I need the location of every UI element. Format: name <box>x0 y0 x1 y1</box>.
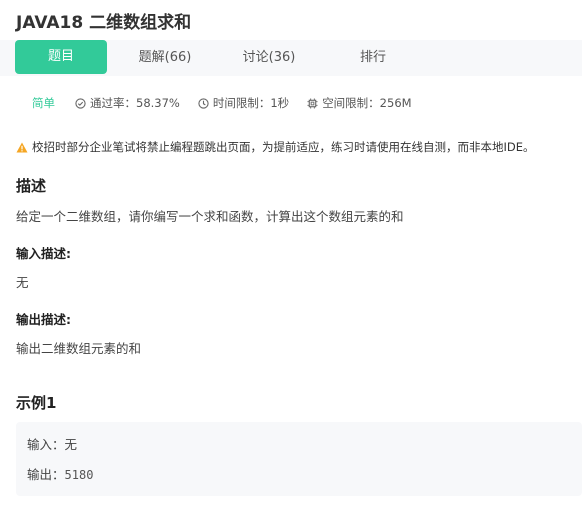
tab-problem[interactable]: 题目 <box>15 40 107 74</box>
input-description-text: 无 <box>16 275 29 290</box>
example-input-label: 输入： <box>27 437 65 452</box>
difficulty-badge: 简单 <box>32 96 55 110</box>
notice-bar: 校招时部分企业笔试将禁止编程题跳出页面，为提前适应，练习时请使用在线自测，而非本… <box>16 139 535 155</box>
description-heading: 描述 <box>16 177 47 195</box>
output-description-heading: 输出描述: <box>16 312 71 327</box>
example-output-label: 输出： <box>27 467 65 482</box>
input-description-heading: 输入描述: <box>16 246 71 261</box>
description-text: 给定一个二维数组，请你编写一个求和函数，计算出这个数组元素的和 <box>16 209 404 224</box>
tab-solutions[interactable]: 题解(66) <box>120 40 210 76</box>
warning-icon <box>16 142 28 152</box>
time-limit-text: 时间限制：1秒 <box>212 96 290 110</box>
example-box: 输入：无 输出：5180 <box>16 422 582 496</box>
chip-icon <box>307 97 318 109</box>
space-limit-text: 空间限制：256M <box>322 96 412 110</box>
example-output-line: 输出：5180 <box>27 464 93 483</box>
example-input-value: 无 <box>64 437 78 452</box>
example-heading: 示例1 <box>16 394 57 412</box>
example-input-line: 输入：无 <box>27 434 77 453</box>
tab-ranking[interactable]: 排行 <box>328 40 418 76</box>
clock-icon <box>198 97 209 109</box>
notice-text: 校招时部分企业笔试将禁止编程题跳出页面，为提前适应，练习时请使用在线自测，而非本… <box>32 140 535 154</box>
problem-meta: 简单 通过率：58.37% 时间限制：1秒 空间限制：256M <box>32 95 430 111</box>
pass-rate-text: 通过率：58.37% <box>90 96 180 110</box>
tab-discussion[interactable]: 讨论(36) <box>224 40 314 76</box>
check-circle-icon <box>75 97 86 109</box>
page-title: JAVA18 二维数组求和 <box>16 13 192 33</box>
time-limit: 时间限制：1秒 <box>198 95 289 111</box>
pass-rate: 通过率：58.37% <box>75 95 180 111</box>
space-limit: 空间限制：256M <box>307 95 412 111</box>
example-output-value: 5180 <box>64 468 94 482</box>
output-description-text: 输出二维数组元素的和 <box>16 341 142 356</box>
tab-bar: 题目 题解(66) 讨论(36) 排行 <box>0 40 582 76</box>
